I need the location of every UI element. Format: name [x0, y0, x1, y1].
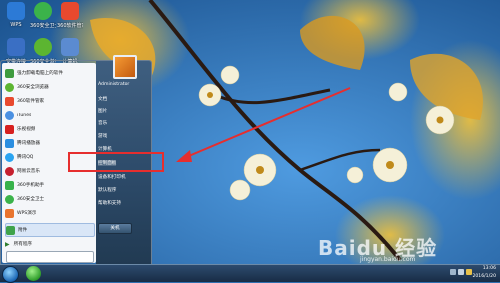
start-search-input[interactable] — [6, 251, 94, 263]
program-item[interactable]: WPS演示 — [5, 207, 93, 219]
taskbar: 13:06 2016/1/20 — [0, 264, 500, 283]
program-icon — [5, 96, 14, 106]
desktop-icon-label: WPS — [10, 22, 22, 28]
taskbar-app-360-icon[interactable] — [26, 266, 41, 281]
program-item[interactable]: 360手机助手 — [5, 179, 93, 191]
start-button[interactable] — [2, 266, 19, 283]
annotation-highlight-box — [68, 152, 164, 172]
program-icon — [5, 152, 14, 162]
desktop-icon-360-manager[interactable]: 360软件管家 — [57, 2, 83, 36]
watermark-url: jingyan.baidu.com — [360, 256, 416, 263]
clock[interactable]: 13:06 2016/1/20 — [472, 265, 496, 281]
program-item[interactable]: iTunes — [5, 109, 93, 121]
desktop-icon-label: 360安全卫士 — [30, 23, 56, 29]
program-icon — [5, 208, 14, 218]
flag-icon[interactable] — [466, 269, 472, 275]
program-icon — [5, 138, 14, 148]
all-programs-button[interactable]: ▶ 所有程序 — [5, 239, 93, 249]
menu-item-documents[interactable]: 文档 — [98, 96, 107, 102]
network-icon[interactable] — [450, 269, 456, 275]
menu-item-games[interactable]: 游戏 — [98, 133, 107, 139]
program-icon — [5, 110, 14, 120]
program-icon — [5, 68, 14, 78]
volume-icon[interactable] — [458, 269, 464, 275]
menu-item-default-programs[interactable]: 默认程序 — [98, 187, 116, 193]
360-manager-icon — [61, 2, 79, 20]
menu-item-music[interactable]: 音乐 — [98, 120, 107, 126]
program-item[interactable]: 360安全卫士 — [5, 193, 93, 205]
menu-item-help[interactable]: 帮助和支持 — [98, 200, 121, 206]
program-item[interactable]: 360安全浏览器 — [5, 81, 93, 93]
menu-item-user[interactable]: Administrator — [98, 82, 129, 87]
desktop-icon-wps[interactable]: WPS — [3, 2, 29, 36]
360-safe-icon — [34, 2, 52, 20]
program-icon — [5, 166, 14, 176]
wps-icon — [7, 2, 25, 20]
program-icon — [5, 180, 14, 190]
program-item-selected[interactable]: 附件 — [5, 223, 95, 237]
computer-icon — [61, 38, 79, 56]
arrow-right-icon: ▶ — [5, 240, 10, 248]
program-icon — [5, 124, 14, 134]
shutdown-button[interactable]: 关机 — [98, 223, 132, 234]
program-icon — [6, 225, 15, 235]
program-item[interactable]: 360软件管家 — [5, 95, 93, 107]
program-icon — [5, 82, 14, 92]
program-item[interactable]: 腾讯播放器 — [5, 137, 93, 149]
browser-icon — [34, 38, 52, 56]
user-avatar[interactable] — [113, 55, 137, 79]
desktop-icon-label: 360软件管家 — [57, 23, 83, 29]
menu-item-devices-printers[interactable]: 设备和打印机 — [98, 174, 126, 180]
program-item[interactable]: 乐视视频 — [5, 123, 93, 135]
desktop-icon-360-safe[interactable]: 360安全卫士 — [30, 2, 56, 36]
system-tray — [450, 269, 472, 275]
program-item[interactable]: 强力卸载电脑上的软件 — [5, 67, 93, 79]
program-icon — [5, 194, 14, 204]
menu-item-pictures[interactable]: 图片 — [98, 108, 107, 114]
network-icon — [7, 38, 25, 56]
